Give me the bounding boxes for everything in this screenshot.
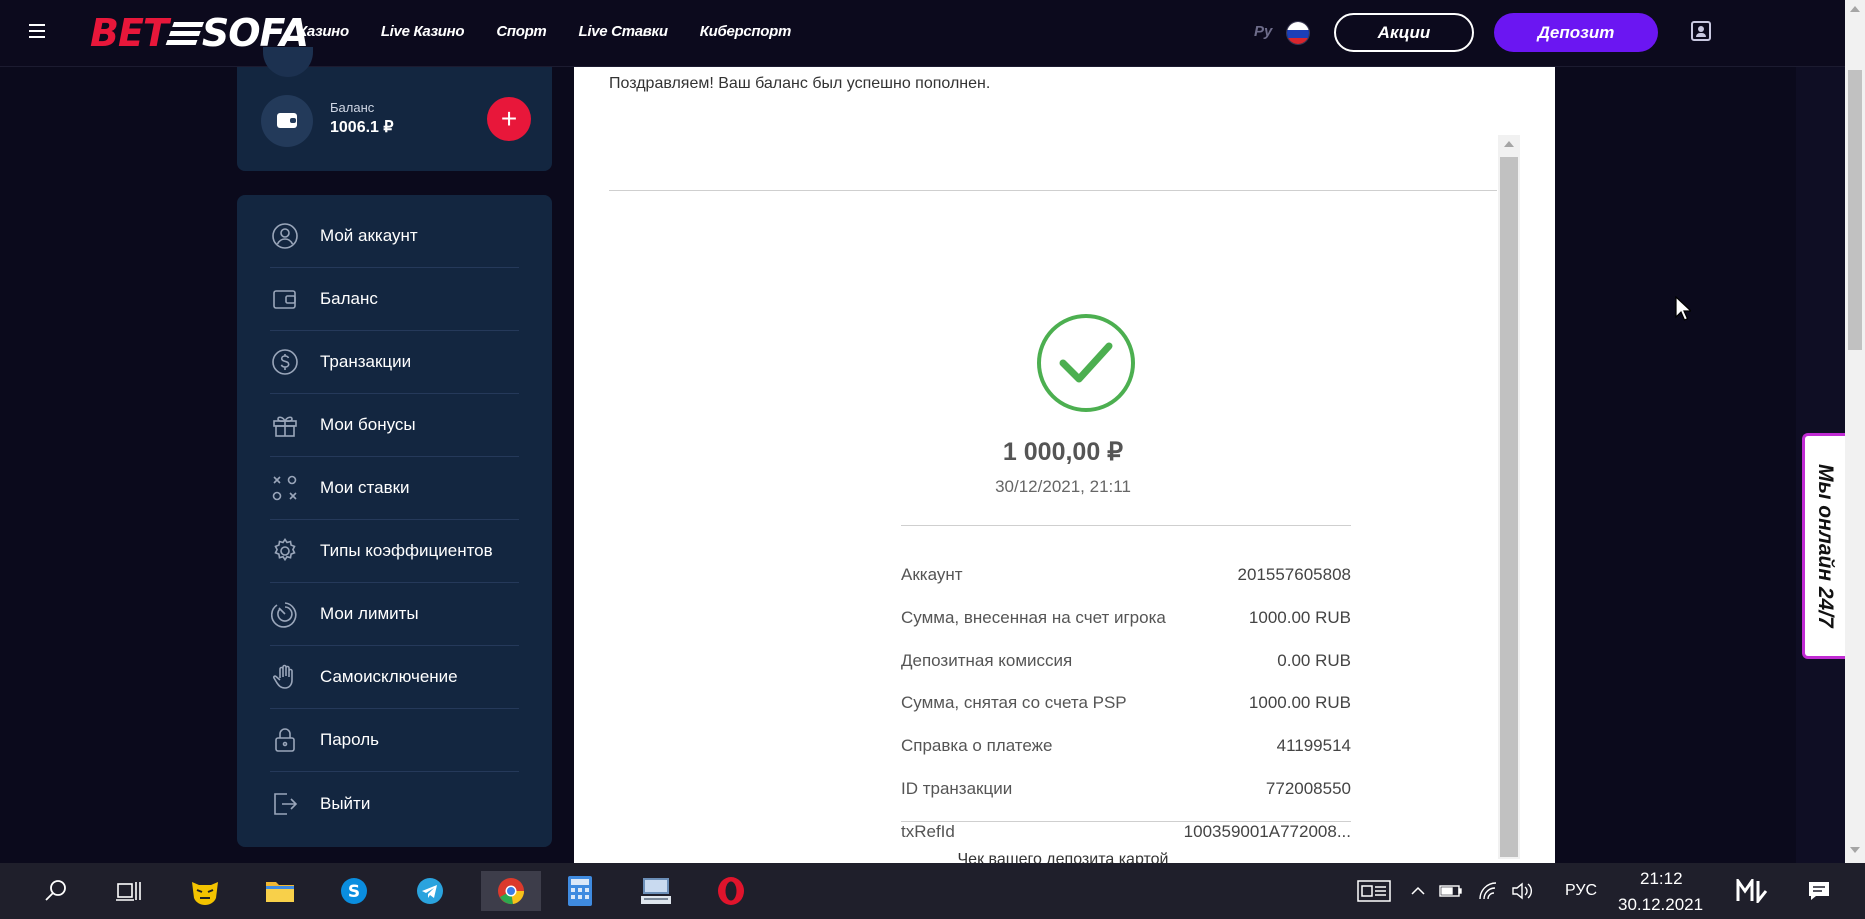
menu-item-odds-types[interactable]: Типы коэффициентов: [270, 520, 519, 583]
profile-icon[interactable]: [1691, 21, 1711, 41]
nav-esports[interactable]: Киберспорт: [700, 23, 792, 40]
menu-item-logout[interactable]: Выйти: [270, 772, 519, 835]
gear-icon: [270, 536, 300, 566]
tactics-icon: [270, 473, 300, 503]
balance-card: Баланс 1006.1 ₽ +: [237, 47, 552, 171]
menu-item-self-exclusion[interactable]: Самоисключение: [270, 646, 519, 709]
deposit-result-panel: Поздравляем! Ваш баланс был успешно попо…: [574, 67, 1555, 863]
divider: [901, 821, 1351, 822]
table-row: txRefId 100359001A772008...: [901, 822, 1351, 841]
app-m-icon[interactable]: [1730, 871, 1774, 911]
table-row: Аккаунт 201557605808: [901, 565, 1351, 584]
windows-taskbar: S РУС 21:12 30.12.2021: [0, 863, 1865, 919]
divider: [609, 190, 1497, 191]
page-scrollbar[interactable]: [1845, 0, 1865, 863]
receipt-frame: 1 000,00 ₽ 30/12/2021, 21:11 Аккаунт 2015…: [609, 135, 1520, 863]
table-row: ID транзакции 772008550: [901, 779, 1351, 798]
deposit-datetime: 30/12/2021, 21:11: [995, 477, 1131, 496]
language-selector[interactable]: Ру: [1254, 23, 1272, 40]
balance-value: 1006.1 ₽: [330, 119, 394, 136]
news-icon[interactable]: [1350, 871, 1398, 911]
mouse-cursor-icon: [1675, 296, 1691, 321]
chevron-up-icon[interactable]: [1405, 871, 1431, 911]
wallet-icon: [261, 95, 313, 147]
hamburger-menu-icon[interactable]: [29, 24, 45, 38]
telegram-icon[interactable]: [406, 871, 454, 911]
wifi-icon[interactable]: [1473, 871, 1503, 911]
scrollbar-thumb[interactable]: [1848, 70, 1862, 350]
opera-icon[interactable]: [707, 871, 755, 911]
wallet-icon: [270, 284, 300, 314]
deposit-amount: 1 000,00 ₽: [1002, 438, 1124, 466]
clock-date[interactable]: 30.12.2021: [1618, 895, 1703, 915]
task-view-icon[interactable]: [104, 871, 152, 911]
deposit-button[interactable]: Депозит: [1494, 13, 1658, 52]
promotions-button[interactable]: Акции: [1334, 13, 1474, 52]
add-funds-button[interactable]: +: [487, 97, 531, 141]
avatar: [263, 47, 313, 77]
balance-label: Баланс: [330, 100, 375, 115]
svg-text:S: S: [348, 882, 360, 902]
file-explorer-icon[interactable]: [256, 871, 304, 911]
table-row: Депозитная комиссия 0.00 RUB: [901, 651, 1351, 670]
scroll-up-arrow-icon[interactable]: [1504, 141, 1514, 147]
nav-live-bets[interactable]: Live Ставки: [578, 23, 668, 40]
chrome-icon[interactable]: [481, 871, 541, 911]
volume-icon[interactable]: [1507, 871, 1537, 911]
menu-item-limits[interactable]: Мои лимиты: [270, 583, 519, 646]
nav-casino[interactable]: Казино: [298, 23, 349, 40]
russia-flag-icon[interactable]: [1286, 21, 1310, 45]
scrollbar-thumb[interactable]: [1500, 157, 1518, 857]
clock-time[interactable]: 21:12: [1640, 869, 1683, 889]
scroll-up-arrow-icon[interactable]: [1850, 6, 1860, 12]
logout-icon: [270, 789, 300, 819]
discord-app-icon[interactable]: [181, 871, 229, 911]
live-chat-tab[interactable]: Мы онлайн 24/7: [1802, 433, 1845, 659]
calculator-icon[interactable]: [556, 871, 604, 911]
limit-icon: [270, 599, 300, 629]
table-row: Сумма, внесенная на счет игрока 1000.00 R…: [901, 608, 1351, 627]
receipt-scrollbar[interactable]: [1498, 135, 1520, 859]
menu-item-bonuses[interactable]: Мои бонусы: [270, 394, 519, 457]
input-language[interactable]: РУС: [1565, 882, 1597, 900]
user-icon: [270, 221, 300, 251]
nav-live-casino[interactable]: Live Казино: [381, 23, 465, 40]
notifications-icon[interactable]: [1797, 871, 1841, 911]
logo-stripes-icon: [164, 18, 205, 48]
dollar-icon: [270, 347, 300, 377]
lock-icon: [270, 725, 300, 755]
battery-icon[interactable]: [1436, 871, 1466, 911]
search-icon[interactable]: [32, 871, 80, 911]
table-row: Сумма, снятая со счета PSP 1000.00 RUB: [901, 693, 1351, 712]
nav-sport[interactable]: Спорт: [496, 23, 546, 40]
hand-icon: [270, 662, 300, 692]
table-row: Справка о платеже 41199514: [901, 736, 1351, 755]
success-check-icon: [1037, 314, 1135, 412]
scroll-down-arrow-icon[interactable]: [1850, 847, 1860, 853]
menu-item-my-bets[interactable]: Мои ставки: [270, 457, 519, 520]
skype-icon[interactable]: S: [330, 871, 378, 911]
keyboard-app-icon[interactable]: [632, 871, 680, 911]
card-receipt-link[interactable]: Чек вашего депозита картой: [609, 849, 1517, 863]
divider: [901, 525, 1351, 526]
main-nav: Казино Live Казино Спорт Live Ставки Киб…: [298, 23, 823, 40]
success-message: Поздравляем! Ваш баланс был успешно попо…: [609, 75, 991, 92]
account-menu: Мой аккаунт Баланс Транзакции Мои бонусы…: [237, 195, 552, 847]
menu-item-my-account[interactable]: Мой аккаунт: [270, 205, 519, 268]
gift-icon: [270, 410, 300, 440]
menu-item-password[interactable]: Пароль: [270, 709, 519, 772]
menu-item-balance[interactable]: Баланс: [270, 268, 519, 331]
menu-item-transactions[interactable]: Транзакции: [270, 331, 519, 394]
